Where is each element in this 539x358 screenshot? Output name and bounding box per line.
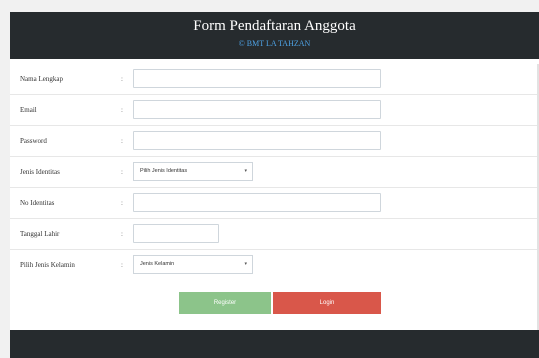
email-input[interactable] <box>133 100 381 119</box>
tanggal-lahir-label: Tanggal Lahir <box>20 230 60 238</box>
form-row-tanggal-lahir: Tanggal Lahir : <box>10 219 539 250</box>
colon-separator: : <box>121 199 123 207</box>
chevron-down-icon: ▾ <box>244 261 247 267</box>
nama-lengkap-label: Nama Lengkap <box>20 75 63 83</box>
form-actions: Register Login <box>10 292 539 318</box>
nama-lengkap-input[interactable] <box>133 69 381 88</box>
jenis-identitas-label: Jenis Identitas <box>20 168 60 176</box>
registration-form: Nama Lengkap : Email : Password : Jenis … <box>10 64 539 280</box>
colon-separator: : <box>121 261 123 269</box>
colon-separator: : <box>121 137 123 145</box>
form-row-jenis-kelamin: Pilih Jenis Kelamin : Jenis Kelamin ▾ <box>10 250 539 280</box>
no-identitas-input[interactable] <box>133 193 381 212</box>
registration-page: Form Pendaftaran Anggota © BMT LA TAHZAN… <box>10 12 539 358</box>
password-label: Password <box>20 137 47 145</box>
form-row-password: Password : <box>10 126 539 157</box>
form-row-nama-lengkap: Nama Lengkap : <box>10 64 539 95</box>
form-row-no-identitas: No Identitas : <box>10 188 539 219</box>
colon-separator: : <box>121 230 123 238</box>
email-label: Email <box>20 106 37 114</box>
page-footer <box>10 330 539 358</box>
colon-separator: : <box>121 75 123 83</box>
form-row-email: Email : <box>10 95 539 126</box>
chevron-down-icon: ▾ <box>244 168 247 174</box>
page-title: Form Pendaftaran Anggota <box>193 18 356 34</box>
password-input[interactable] <box>133 131 381 150</box>
jenis-identitas-selected-value: Pilih Jenis Identitas <box>140 168 188 174</box>
no-identitas-label: No Identitas <box>20 199 55 207</box>
page-header: Form Pendaftaran Anggota © BMT LA TAHZAN <box>10 12 539 59</box>
jenis-identitas-select[interactable]: Pilih Jenis Identitas ▾ <box>133 162 253 181</box>
jenis-kelamin-selected-value: Jenis Kelamin <box>140 261 175 267</box>
jenis-kelamin-select[interactable]: Jenis Kelamin ▾ <box>133 255 253 274</box>
form-row-jenis-identitas: Jenis Identitas : Pilih Jenis Identitas … <box>10 157 539 188</box>
register-button[interactable]: Register <box>179 292 271 314</box>
colon-separator: : <box>121 106 123 114</box>
tanggal-lahir-input[interactable] <box>133 224 219 243</box>
login-button[interactable]: Login <box>273 292 381 314</box>
jenis-kelamin-label: Pilih Jenis Kelamin <box>20 261 75 269</box>
colon-separator: : <box>121 168 123 176</box>
page-subtitle: © BMT LA TAHZAN <box>238 39 311 48</box>
